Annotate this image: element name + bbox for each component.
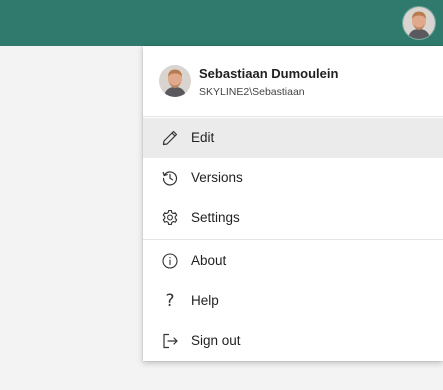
account-menu: Sebastiaan Dumoulein SKYLINE2\Sebastiaan… — [143, 46, 443, 361]
avatar-image — [159, 65, 191, 97]
menu-item-help[interactable]: ? Help — [143, 281, 443, 321]
menu-item-sign-out[interactable]: Sign out — [143, 321, 443, 361]
sign-out-icon — [161, 332, 179, 350]
question-icon: ? — [165, 291, 175, 311]
menu-item-label: Edit — [191, 130, 215, 145]
menu-item-about[interactable]: About — [143, 241, 443, 281]
menu-item-edit[interactable]: Edit — [143, 118, 443, 158]
divider — [143, 116, 443, 117]
menu-item-label: Help — [191, 293, 219, 308]
divider — [143, 239, 443, 240]
avatar — [159, 65, 191, 97]
info-icon — [161, 252, 179, 270]
user-avatar-button[interactable] — [403, 7, 435, 39]
user-account: SKYLINE2\Sebastiaan — [199, 86, 305, 98]
user-name: Sebastiaan Dumoulein — [199, 66, 339, 81]
menu-item-label: Versions — [191, 170, 243, 185]
profile-header: Sebastiaan Dumoulein SKYLINE2\Sebastiaan — [143, 46, 443, 116]
menu-item-versions[interactable]: Versions — [143, 158, 443, 198]
menu-item-label: Sign out — [191, 333, 241, 348]
top-bar — [0, 0, 443, 46]
menu-item-label: Settings — [191, 210, 240, 225]
history-icon — [161, 169, 179, 187]
menu-item-settings[interactable]: Settings — [143, 198, 443, 238]
gear-icon — [161, 209, 179, 227]
pencil-icon — [161, 129, 179, 147]
menu-item-label: About — [191, 253, 227, 268]
avatar-image — [403, 7, 435, 39]
